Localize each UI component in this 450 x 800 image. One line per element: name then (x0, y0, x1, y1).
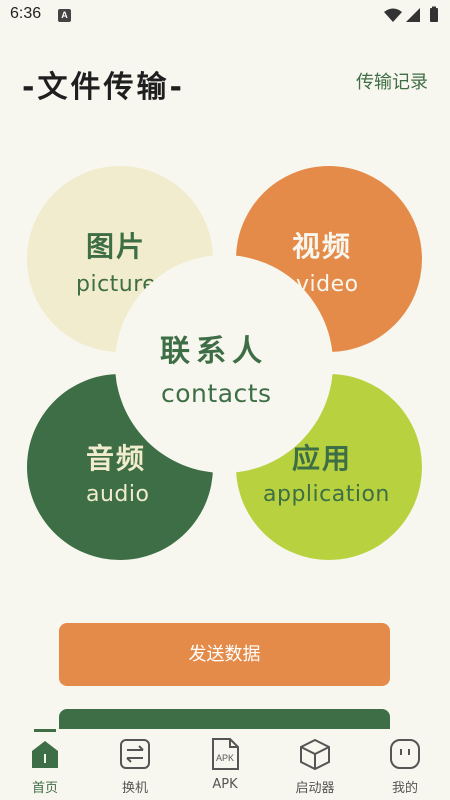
video-label-cn: 视频 (292, 230, 353, 263)
bottom-nav: 首页 换机 APK APK 启动器 我的 (0, 729, 450, 800)
status-bar: 6:36 A (0, 0, 450, 32)
cube-icon (300, 738, 330, 771)
audio-label-cn: 音频 (86, 442, 147, 475)
swap-icon (120, 739, 150, 769)
contacts-label-cn: 联系人 (160, 334, 268, 369)
audio-label-en: audio (86, 482, 150, 507)
profile-icon (390, 739, 420, 769)
apk-icon-text: APK (216, 753, 234, 763)
apk-file-icon: APK (212, 738, 239, 770)
battery-icon (430, 8, 438, 22)
nav-label: 换机 (121, 781, 148, 796)
send-data-button[interactable]: 发送数据 (59, 623, 390, 686)
contacts-label-en: contacts (161, 379, 272, 408)
application-label-cn: 应用 (292, 442, 353, 475)
nav-label: 我的 (391, 781, 418, 796)
picture-label-cn: 图片 (86, 230, 147, 263)
wifi-icon (384, 8, 402, 22)
application-label-en: application (263, 482, 390, 507)
nav-label: 首页 (31, 781, 58, 796)
home-icon (32, 741, 58, 768)
nav-label: APK (212, 777, 238, 792)
notification-a-icon: A (58, 9, 71, 22)
transfer-history-link[interactable]: 传输记录 (356, 68, 428, 94)
nav-mine[interactable]: 我的 (360, 729, 450, 800)
nav-label: 启动器 (295, 781, 335, 796)
signal-icon (406, 8, 420, 22)
nav-swap[interactable]: 换机 (90, 729, 180, 800)
nav-launcher[interactable]: 启动器 (270, 729, 360, 800)
page-title: -文件传输- (22, 70, 185, 105)
nav-home[interactable]: 首页 (0, 729, 90, 800)
nav-active-indicator (34, 729, 56, 732)
status-time: 6:36 (10, 5, 42, 22)
status-icons (384, 6, 438, 22)
nav-apk[interactable]: APK APK (180, 729, 270, 800)
